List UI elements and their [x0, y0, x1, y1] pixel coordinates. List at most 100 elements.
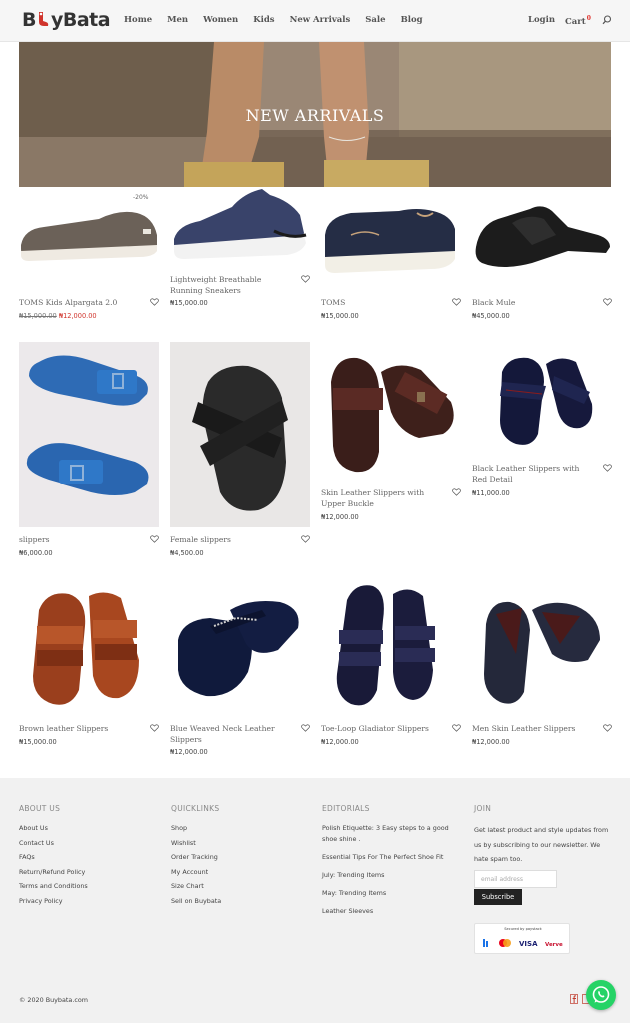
- product-name[interactable]: Skin Leather Slippers with Upper Buckle: [321, 488, 443, 509]
- footer-heading: EDITORIALS: [322, 804, 370, 813]
- footer-link[interactable]: Return/Refund Policy: [19, 867, 88, 882]
- product-name[interactable]: slippers: [19, 535, 141, 546]
- copyright: © 2020 Buybata.com: [19, 996, 89, 1004]
- site-header: ByBata Home Men Women Kids New Arrivals …: [0, 0, 630, 42]
- login-link[interactable]: Login: [528, 15, 555, 25]
- product-image[interactable]: [19, 580, 159, 715]
- nav-kids[interactable]: Kids: [253, 15, 274, 25]
- heart-icon[interactable]: [301, 275, 310, 283]
- product-price: ₦45,000.00: [472, 312, 510, 320]
- heart-icon[interactable]: [452, 298, 461, 306]
- heart-icon[interactable]: [301, 724, 310, 732]
- product-image[interactable]: [19, 342, 159, 527]
- footer-link[interactable]: Shop: [171, 823, 221, 838]
- product-image[interactable]: [19, 187, 159, 287]
- product-name[interactable]: TOMS Kids Alpargata 2.0: [19, 298, 141, 309]
- heart-icon[interactable]: [603, 724, 612, 732]
- product-price: ₦12,000.00: [321, 513, 359, 521]
- whatsapp-icon: [592, 986, 610, 1003]
- product-image[interactable]: [170, 580, 310, 715]
- secured-label: Secured by paystack: [504, 927, 542, 931]
- footer-link[interactable]: Contact Us: [19, 838, 88, 853]
- product-name[interactable]: Lightweight Breathable Running Sneakers: [170, 275, 292, 296]
- footer-link[interactable]: Terms and Conditions: [19, 881, 88, 896]
- heart-icon[interactable]: [150, 535, 159, 543]
- heart-icon[interactable]: [301, 535, 310, 543]
- product-image[interactable]: [472, 580, 612, 715]
- product-name[interactable]: Female slippers: [170, 535, 292, 546]
- product-name[interactable]: Brown leather Slippers: [19, 724, 141, 735]
- product-name[interactable]: Blue Weaved Neck Leather Slippers: [170, 724, 292, 745]
- email-input[interactable]: email address: [474, 870, 557, 888]
- product-name[interactable]: Black Mule: [472, 298, 594, 309]
- product-price: ₦15,000.00 ₦12,000.00: [19, 312, 97, 320]
- product-image[interactable]: [472, 187, 612, 287]
- product-price: ₦4,500.00: [170, 549, 204, 557]
- heart-icon[interactable]: [452, 488, 461, 496]
- paystack-badge: Secured by paystack VISA Verve: [474, 923, 570, 954]
- footer-link[interactable]: Wishlist: [171, 838, 221, 853]
- facebook-icon[interactable]: [570, 994, 578, 1004]
- footer-link[interactable]: FAQs: [19, 852, 88, 867]
- product-price: ₦15,000.00: [321, 312, 359, 320]
- shoe-logo-icon: [38, 12, 49, 26]
- heart-icon[interactable]: [150, 724, 159, 732]
- footer-link[interactable]: Size Chart: [171, 881, 221, 896]
- footer-link[interactable]: Privacy Policy: [19, 896, 88, 911]
- payment-cards-icon: VISA Verve: [483, 939, 563, 948]
- footer-about: ABOUT US About Us Contact Us FAQs Return…: [19, 804, 88, 910]
- footer-join: JOIN Get latest product and style update…: [474, 804, 609, 867]
- footer-link[interactable]: Sell on Buybata: [171, 896, 221, 911]
- product-image[interactable]: [472, 342, 612, 457]
- product-price: ₦15,000.00: [170, 299, 208, 307]
- hero-title: NEW ARRIVALS: [245, 106, 385, 125]
- search-icon[interactable]: [602, 15, 612, 25]
- product-price: ₦6,000.00: [19, 549, 53, 557]
- nav-home[interactable]: Home: [124, 15, 152, 25]
- footer-heading: JOIN: [474, 804, 492, 813]
- cart-label: Cart: [565, 16, 586, 27]
- heart-icon[interactable]: [452, 724, 461, 732]
- footer-link[interactable]: My Account: [171, 867, 221, 882]
- product-image[interactable]: [170, 187, 310, 267]
- sale-price: ₦12,000.00: [58, 312, 97, 320]
- footer-quicklinks: QUICKLINKS Shop Wishlist Order Tracking …: [171, 804, 221, 910]
- editorial-link[interactable]: Essential Tips For The Perfect Shoe Fit: [322, 852, 457, 863]
- subscribe-button[interactable]: Subscribe: [474, 889, 522, 905]
- product-image[interactable]: [321, 580, 461, 715]
- product-price: ₦12,000.00: [170, 748, 208, 756]
- heart-icon[interactable]: [603, 464, 612, 472]
- footer-heading: ABOUT US: [19, 804, 61, 813]
- nav-blog[interactable]: Blog: [401, 15, 423, 25]
- nav-men[interactable]: Men: [167, 15, 188, 25]
- verve-label: Verve: [545, 942, 563, 948]
- discount-badge: -20%: [133, 194, 149, 201]
- footer-link[interactable]: About Us: [19, 823, 88, 838]
- footer-link[interactable]: Order Tracking: [171, 852, 221, 867]
- product-image[interactable]: [170, 342, 310, 527]
- heart-icon[interactable]: [150, 298, 159, 306]
- product-image[interactable]: [321, 342, 461, 482]
- nav-new-arrivals[interactable]: New Arrivals: [290, 15, 351, 25]
- old-price: ₦15,000.00: [19, 312, 57, 320]
- product-name[interactable]: Toe-Loop Gladiator Slippers: [321, 724, 443, 735]
- cart-count: 0: [586, 15, 591, 22]
- cart-link[interactable]: Cart0: [565, 15, 591, 27]
- site-logo[interactable]: ByBata: [22, 9, 111, 31]
- footer-editorials: EDITORIALS Polish Etiquette: 3 Easy step…: [322, 804, 457, 924]
- nav-women[interactable]: Women: [203, 15, 238, 25]
- nav-sale[interactable]: Sale: [365, 15, 385, 25]
- product-price: ₦15,000.00: [19, 738, 57, 746]
- editorial-link[interactable]: July: Trending Items: [322, 870, 457, 881]
- product-image[interactable]: [321, 187, 461, 287]
- product-price: ₦12,000.00: [321, 738, 359, 746]
- editorial-link[interactable]: May: Trending Items: [322, 888, 457, 899]
- whatsapp-chat-button[interactable]: [586, 980, 616, 1010]
- product-name[interactable]: Black Leather Slippers with Red Detail: [472, 464, 594, 485]
- product-price: ₦12,000.00: [472, 738, 510, 746]
- product-name[interactable]: TOMS: [321, 298, 443, 309]
- editorial-link[interactable]: Polish Etiquette: 3 Easy steps to a good…: [322, 823, 457, 844]
- heart-icon[interactable]: [603, 298, 612, 306]
- editorial-link[interactable]: Leather Sleeves: [322, 906, 457, 917]
- product-name[interactable]: Men Skin Leather Slippers: [472, 724, 594, 735]
